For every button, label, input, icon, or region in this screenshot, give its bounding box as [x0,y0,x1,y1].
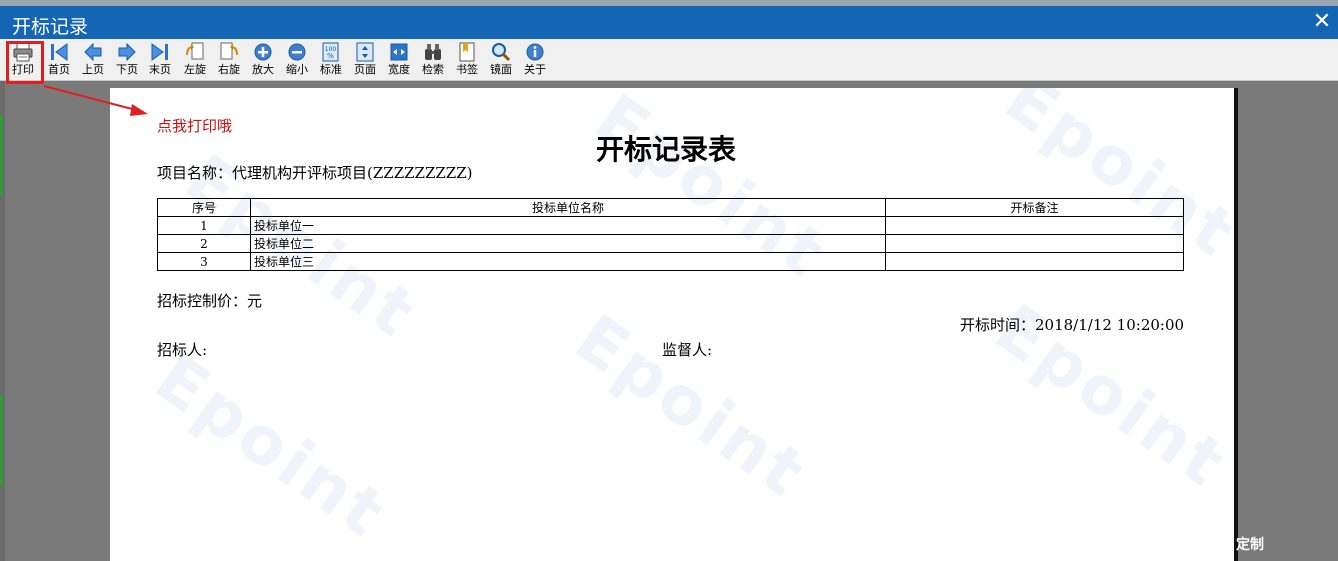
search-button[interactable]: 检索 [422,41,444,79]
side-accent-bar [0,395,3,485]
document-title: 开标记录表 [596,133,737,166]
toolbar: 打印 首页 上页 下页 末页 左旋 右旋 放大 缩小 100 % 标准 页面 宽… [0,39,1338,81]
table-cell [885,252,1184,271]
bid-table: 序号 投标单位名称 开标备注 1 投标单位一 2 投标单位二 3 投标单位三 [157,198,1184,271]
corner-text: 定制 [1236,537,1264,553]
watermark: Epoint [141,339,402,554]
mirror-label: 镜面 [490,63,512,76]
table-cell: 3 [157,252,251,271]
print-highlight-box [6,41,44,84]
table-cell: 1 [157,216,251,235]
rotate-right-icon [218,41,240,63]
zoom-out-icon [286,41,308,63]
window-titlebar: 开标记录 ✕ [0,0,1338,39]
actual-size-label: 标准 [320,63,342,76]
rotate-right-button[interactable]: 右旋 [218,41,240,79]
last-page-button[interactable]: 末页 [149,41,171,79]
fit-width-button[interactable]: 宽度 [388,41,410,79]
zoom-in-label: 放大 [252,63,274,76]
column-header: 序号 [157,198,251,217]
column-header: 投标单位名称 [250,198,886,217]
table-cell: 2 [157,234,251,253]
fit-page-label: 页面 [354,63,376,76]
rotate-left-button[interactable]: 左旋 [184,41,206,79]
first-page-label: 首页 [48,63,70,76]
magnifier-icon [490,41,512,63]
binoculars-icon [422,41,444,63]
bookmark-label: 书签 [456,63,478,76]
watermark: Epoint [561,299,822,514]
tenderer-label: 招标人: [157,341,208,359]
table-cell: 投标单位二 [250,234,886,253]
table-cell [885,216,1184,235]
table-header-row: 序号 投标单位名称 开标备注 [157,198,1184,217]
open-time: 开标时间：2018/1/12 10:20:00 [960,316,1185,334]
first-page-icon [48,41,70,63]
zoom-out-button[interactable]: 缩小 [286,41,308,79]
next-page-label: 下页 [116,63,138,76]
rotate-left-icon [184,41,206,63]
search-label: 检索 [422,63,444,76]
fit-page-icon [354,41,376,63]
column-header: 开标备注 [885,198,1184,217]
zoom-out-label: 缩小 [286,63,308,76]
side-accent-bar [0,115,3,195]
last-page-label: 末页 [149,63,171,76]
next-page-icon [116,41,138,63]
table-cell: 投标单位一 [250,216,886,235]
fit-width-label: 宽度 [388,63,410,76]
table-cell: 投标单位三 [250,252,886,271]
project-name: 项目名称：代理机构开评标项目(ZZZZZZZZZ) [157,164,473,182]
about-button[interactable]: 关于 [524,41,546,79]
close-icon[interactable]: ✕ [1310,10,1334,34]
mirror-button[interactable]: 镜面 [490,41,512,79]
rotate-right-label: 右旋 [218,63,240,76]
bookmark-icon [456,41,478,63]
window-title: 开标记录 [12,16,89,38]
supervisor-label: 监督人: [662,341,713,359]
actual-size-icon: 100% [320,41,342,63]
zoom-in-icon [252,41,274,63]
print-hint-text: 点我打印哦 [157,117,233,135]
next-page-button[interactable]: 下页 [116,41,138,79]
about-label: 关于 [524,63,546,76]
info-icon [524,41,546,63]
prev-page-icon [82,41,104,63]
table-row: 1 投标单位一 [157,216,1184,235]
bookmark-button[interactable]: 书签 [456,41,478,79]
page-shadow [1234,88,1238,561]
fit-width-icon [388,41,410,63]
table-cell [885,234,1184,253]
prev-page-label: 上页 [82,63,104,76]
last-page-icon [149,41,171,63]
first-page-button[interactable]: 首页 [48,41,70,79]
prev-page-button[interactable]: 上页 [82,41,104,79]
svg-text:%: % [327,52,334,60]
rotate-left-label: 左旋 [184,63,206,76]
table-row: 3 投标单位三 [157,252,1184,271]
actual-size-button[interactable]: 100% 标准 [320,41,342,79]
control-price: 招标控制价：元 [157,292,263,310]
zoom-in-button[interactable]: 放大 [252,41,274,79]
table-row: 2 投标单位二 [157,234,1184,253]
fit-page-button[interactable]: 页面 [354,41,376,79]
